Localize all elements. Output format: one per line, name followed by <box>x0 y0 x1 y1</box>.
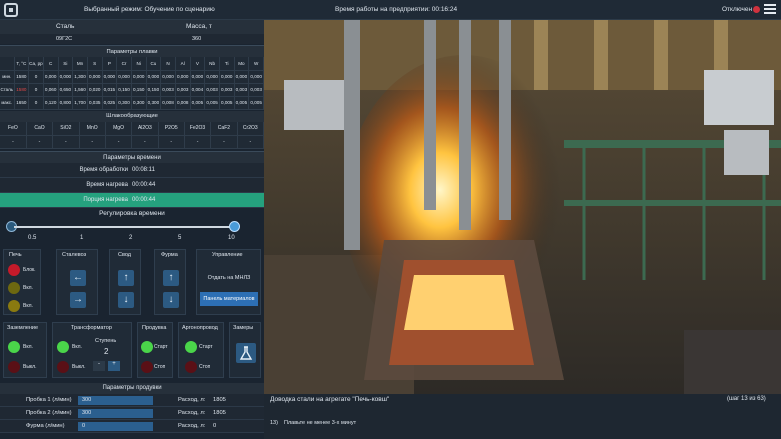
grounding-off-led[interactable] <box>8 361 20 373</box>
transformer-off-led[interactable] <box>57 361 69 373</box>
melt-col: Cu <box>146 57 162 71</box>
argon-stop-led[interactable] <box>185 361 197 373</box>
steel-mass: 360 <box>192 36 202 42</box>
slag-title: Шлакообразующие <box>0 111 264 122</box>
furnace-scene-image <box>264 20 781 394</box>
slag-table: FeO CaO SiO2 MnO MgO Al2O3 P2O5 Fe2O3 Ca… <box>0 122 264 149</box>
melt-row-min: мин. 1580 0 0,000 0,000 1,300 0,000 0,00… <box>0 70 264 84</box>
uptime-display: Время работы на предприятии: 00:16:24 <box>335 6 458 13</box>
scenario-task-bar: Доводка стали на агрегате "Печь-ковш" (ш… <box>264 394 781 439</box>
melt-row-steel: Сталь 1580 0 0,060 0,650 1,560 0,020 0,0… <box>0 83 264 97</box>
steel-header: Сталь Масса, т <box>0 20 264 34</box>
transformer-panel: Трансформатор Вкл. Выкл. Ступень 2 - + <box>52 322 132 378</box>
task-step: (шаг 13 из 63) <box>727 396 766 402</box>
melt-col-ca: Cа, ppm <box>28 57 44 71</box>
menu-icon[interactable] <box>764 4 776 16</box>
connection-status-icon <box>753 6 760 13</box>
time-row-heating: Время нагрева 00:00:44 <box>0 178 264 193</box>
argon-start-led[interactable] <box>185 341 197 353</box>
carriage-right-button[interactable]: → <box>70 292 86 308</box>
control-panel-group: Управление Отдать на МНЛЗ Панель материа… <box>196 249 261 315</box>
task-title: Доводка стали на агрегате "Печь-ковш" <box>270 396 390 403</box>
app-logo-icon <box>4 3 18 17</box>
slider-ticks: 0.5 1 2 5 10 <box>28 235 235 241</box>
slag-values-row: - - - - - - - - - - <box>0 135 264 149</box>
time-row-heat-portion[interactable]: Порция нагрева 00:00:44 <box>0 193 264 208</box>
melt-col: Si <box>58 57 74 71</box>
melt-col-t: T, °C <box>14 57 30 71</box>
tuyere-panel: Фурма ↑ ↓ <box>154 249 186 315</box>
vault-down-button[interactable]: ↓ <box>118 292 134 308</box>
tuyere-up-button[interactable]: ↑ <box>163 270 179 286</box>
melt-col: Al <box>175 57 191 71</box>
blowing-row-plug1: Пробка 1 (л/мин) 300 Расход, л: 1805 <box>0 394 264 407</box>
selected-mode: Выбранный режим: Обучение по сценарию <box>84 6 215 13</box>
grounding-panel: Заземление Вкл. Выкл. <box>3 322 47 378</box>
control-panel: Сталь Масса, т 09Г2С 360 Параметры плавк… <box>0 20 264 439</box>
purge-panel: Продувка Старт Стоп <box>137 322 173 378</box>
carriage-panel: Сталевоз ← → <box>56 249 98 315</box>
argon-panel: Аргонопровод Старт Стоп <box>178 322 224 378</box>
purge-stop-led[interactable] <box>141 361 153 373</box>
materials-panel-button[interactable]: Панель материалов <box>200 292 258 306</box>
furnace-on-led-1[interactable] <box>8 282 20 294</box>
melt-col: Ni <box>131 57 147 71</box>
melt-params-table: T, °C Cа, ppm C Si Mn S P Cr Ni Cu N Al … <box>0 57 264 110</box>
plug1-flow-input[interactable]: 300 <box>78 396 153 405</box>
plug2-flow-input[interactable]: 300 <box>78 409 153 418</box>
blowing-row-tuyere: Фурма (л/мин) 0 Расход, л: 0 <box>0 420 264 433</box>
mass-header-label: Масса, т <box>186 23 212 30</box>
vault-up-button[interactable]: ↑ <box>118 270 134 286</box>
instruction-number: 13) <box>270 420 278 426</box>
melt-col: Cr <box>116 57 132 71</box>
tuyere-flow-input[interactable]: 0 <box>78 422 153 431</box>
furnace-on-led-2[interactable] <box>8 300 20 312</box>
carriage-left-button[interactable]: ← <box>70 270 86 286</box>
time-regulation-title: Регулировка времени <box>99 210 165 217</box>
measure-panel: Замеры <box>229 322 261 378</box>
slag-header-row: FeO CaO SiO2 MnO MgO Al2O3 P2O5 Fe2O3 Ca… <box>0 122 264 136</box>
furnace-panel: Печь Блок. Вкл. Вкл. <box>3 249 41 315</box>
melt-col: Mo <box>234 57 250 71</box>
melt-col: N <box>160 57 176 71</box>
time-row-processing: Время обработки 00:08:11 <box>0 163 264 178</box>
step-decrease-button[interactable]: - <box>93 361 105 371</box>
transformer-step-label: Ступень <box>95 338 117 344</box>
connection-status: Отключен <box>722 6 753 13</box>
melt-col: P <box>102 57 118 71</box>
steel-header-label: Сталь <box>56 23 75 30</box>
melt-col: V <box>190 57 206 71</box>
purge-start-led[interactable] <box>141 341 153 353</box>
melt-col: Nb <box>204 57 220 71</box>
grounding-on-led[interactable] <box>8 341 20 353</box>
blowing-row-plug2: Пробка 2 (л/мин) 300 Расход, л: 1805 <box>0 407 264 420</box>
melt-col: W <box>248 57 264 71</box>
slider-knob[interactable] <box>229 221 240 232</box>
step-increase-button[interactable]: + <box>108 361 120 371</box>
tuyere-down-button[interactable]: ↓ <box>163 292 179 308</box>
flask-icon[interactable] <box>236 343 256 363</box>
melt-col: Mn <box>72 57 88 71</box>
slider-track[interactable] <box>14 226 234 228</box>
instruction-text: Плавьте не менее 3-х минут <box>284 420 357 426</box>
melt-col: C <box>43 57 59 71</box>
transformer-on-led[interactable] <box>57 341 69 353</box>
time-params-title: Параметры времени <box>0 151 264 163</box>
melt-col: Ti <box>219 57 235 71</box>
melt-params-title: Параметры плавки <box>0 45 264 57</box>
time-slider[interactable] <box>0 220 264 234</box>
transformer-step-value: 2 <box>104 347 109 356</box>
furnace-block-led[interactable] <box>8 264 20 276</box>
vault-panel: Свод ↑ ↓ <box>109 249 141 315</box>
steel-values: 09Г2С 360 <box>0 34 264 44</box>
blowing-title: Параметры продувки <box>0 383 264 394</box>
melt-col: S <box>87 57 103 71</box>
furnace-3d-view[interactable] <box>264 20 781 394</box>
steel-grade: 09Г2С <box>56 36 73 42</box>
melt-row-max: макс. 1650 0 0,120 0,800 1,700 0,035 0,0… <box>0 96 264 110</box>
top-bar: Выбранный режим: Обучение по сценарию Вр… <box>0 0 781 20</box>
melt-header-row: T, °C Cа, ppm C Si Mn S P Cr Ni Cu N Al … <box>0 57 264 71</box>
send-to-mnlz-button[interactable]: Отдать на МНЛЗ <box>200 271 258 285</box>
